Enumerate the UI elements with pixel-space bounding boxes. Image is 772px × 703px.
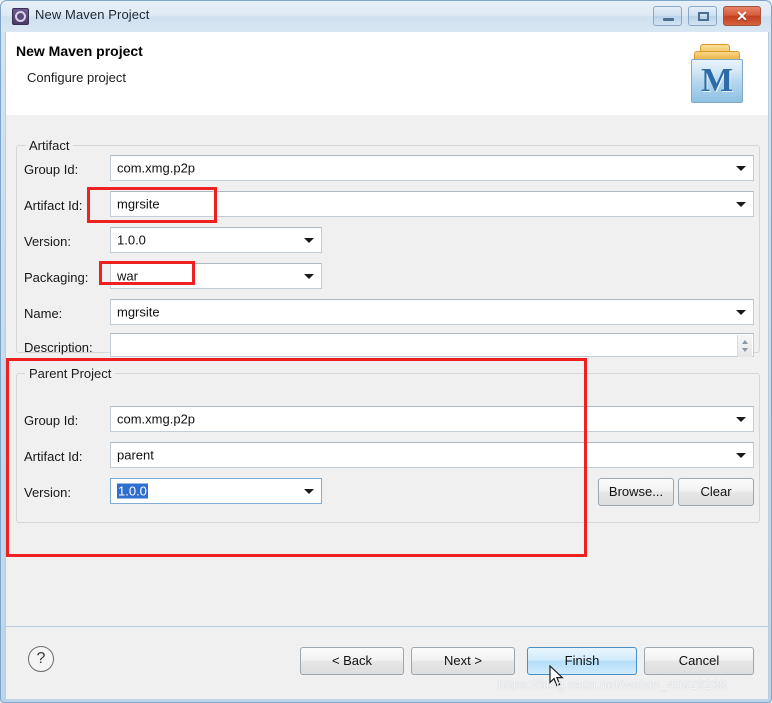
page-title: New Maven project xyxy=(16,43,143,59)
scroll-up-icon[interactable] xyxy=(742,340,748,344)
new-maven-project-dialog: New Maven Project ✕ New Maven project Co… xyxy=(0,0,772,703)
wizard-header: New Maven project Configure project M xyxy=(5,32,769,116)
parent-project-group-title: Parent Project xyxy=(25,366,116,381)
maven-gear-icon xyxy=(12,8,29,25)
maven-logo-icon: M xyxy=(688,38,750,108)
chevron-down-icon[interactable] xyxy=(736,453,746,458)
parent-version-label: Version: xyxy=(24,485,71,500)
cancel-button[interactable]: Cancel xyxy=(644,647,754,675)
artifact-version-value: 1.0.0 xyxy=(117,232,146,248)
artifact-artifact-id-value: mgrsite xyxy=(117,196,160,212)
parent-group-id-label: Group Id: xyxy=(24,413,79,428)
chevron-down-icon[interactable] xyxy=(736,166,746,171)
title-bar[interactable]: New Maven Project ✕ xyxy=(1,1,771,32)
artifact-packaging-combo[interactable]: war xyxy=(110,263,322,289)
artifact-artifact-id-label: Artifact Id: xyxy=(24,198,83,213)
chevron-down-icon[interactable] xyxy=(304,489,314,494)
window-title: New Maven Project xyxy=(35,7,150,22)
artifact-version-combo[interactable]: 1.0.0 xyxy=(110,227,322,253)
close-icon: ✕ xyxy=(736,8,748,24)
artifact-group-id-value: com.xmg.p2p xyxy=(117,160,196,176)
parent-version-value: 1.0.0 xyxy=(117,483,148,499)
browse-button[interactable]: Browse... xyxy=(598,478,674,506)
scroll-down-icon[interactable] xyxy=(742,348,748,352)
watermark-text: https://blog.csdn.net/weixin_40928238 xyxy=(498,677,727,692)
minimize-icon xyxy=(663,18,674,21)
artifact-packaging-label: Packaging: xyxy=(24,270,89,285)
chevron-down-icon[interactable] xyxy=(736,310,746,315)
parent-group-id-value: com.xmg.p2p xyxy=(117,411,196,427)
minimize-button[interactable] xyxy=(653,6,682,26)
wizard-body: Artifact Group Id: com.xmg.p2p Artifact … xyxy=(5,115,769,663)
maximize-icon xyxy=(698,12,709,21)
artifact-group-id-combo[interactable]: com.xmg.p2p xyxy=(110,155,754,181)
maven-logo-letter: M xyxy=(700,62,734,99)
artifact-description-textarea[interactable] xyxy=(110,333,754,357)
chevron-down-icon[interactable] xyxy=(304,238,314,243)
artifact-group-title: Artifact xyxy=(25,138,74,153)
description-scroll-spinner[interactable] xyxy=(737,335,752,357)
back-button[interactable]: < Back xyxy=(300,647,404,675)
artifact-packaging-value: war xyxy=(117,268,138,284)
artifact-version-label: Version: xyxy=(24,234,71,249)
artifact-description-label: Description: xyxy=(24,340,93,355)
finish-button[interactable]: Finish xyxy=(527,647,637,675)
artifact-name-combo[interactable]: mgrsite xyxy=(110,299,754,325)
help-button[interactable]: ? xyxy=(28,646,54,672)
chevron-down-icon[interactable] xyxy=(736,417,746,422)
clear-button[interactable]: Clear xyxy=(678,478,754,506)
artifact-name-value: mgrsite xyxy=(117,304,160,320)
next-button[interactable]: Next > xyxy=(411,647,515,675)
parent-artifact-id-combo[interactable]: parent xyxy=(110,442,754,468)
parent-artifact-id-value: parent xyxy=(117,447,154,463)
parent-artifact-id-label: Artifact Id: xyxy=(24,449,83,464)
parent-version-combo[interactable]: 1.0.0 xyxy=(110,478,322,504)
page-subtitle: Configure project xyxy=(27,70,126,85)
parent-group-id-combo[interactable]: com.xmg.p2p xyxy=(110,406,754,432)
artifact-artifact-id-combo[interactable]: mgrsite xyxy=(110,191,754,217)
chevron-down-icon[interactable] xyxy=(736,202,746,207)
artifact-group-id-label: Group Id: xyxy=(24,162,79,177)
close-button[interactable]: ✕ xyxy=(723,6,761,26)
artifact-name-label: Name: xyxy=(24,306,63,321)
maximize-button[interactable] xyxy=(688,6,717,26)
chevron-down-icon[interactable] xyxy=(304,274,314,279)
